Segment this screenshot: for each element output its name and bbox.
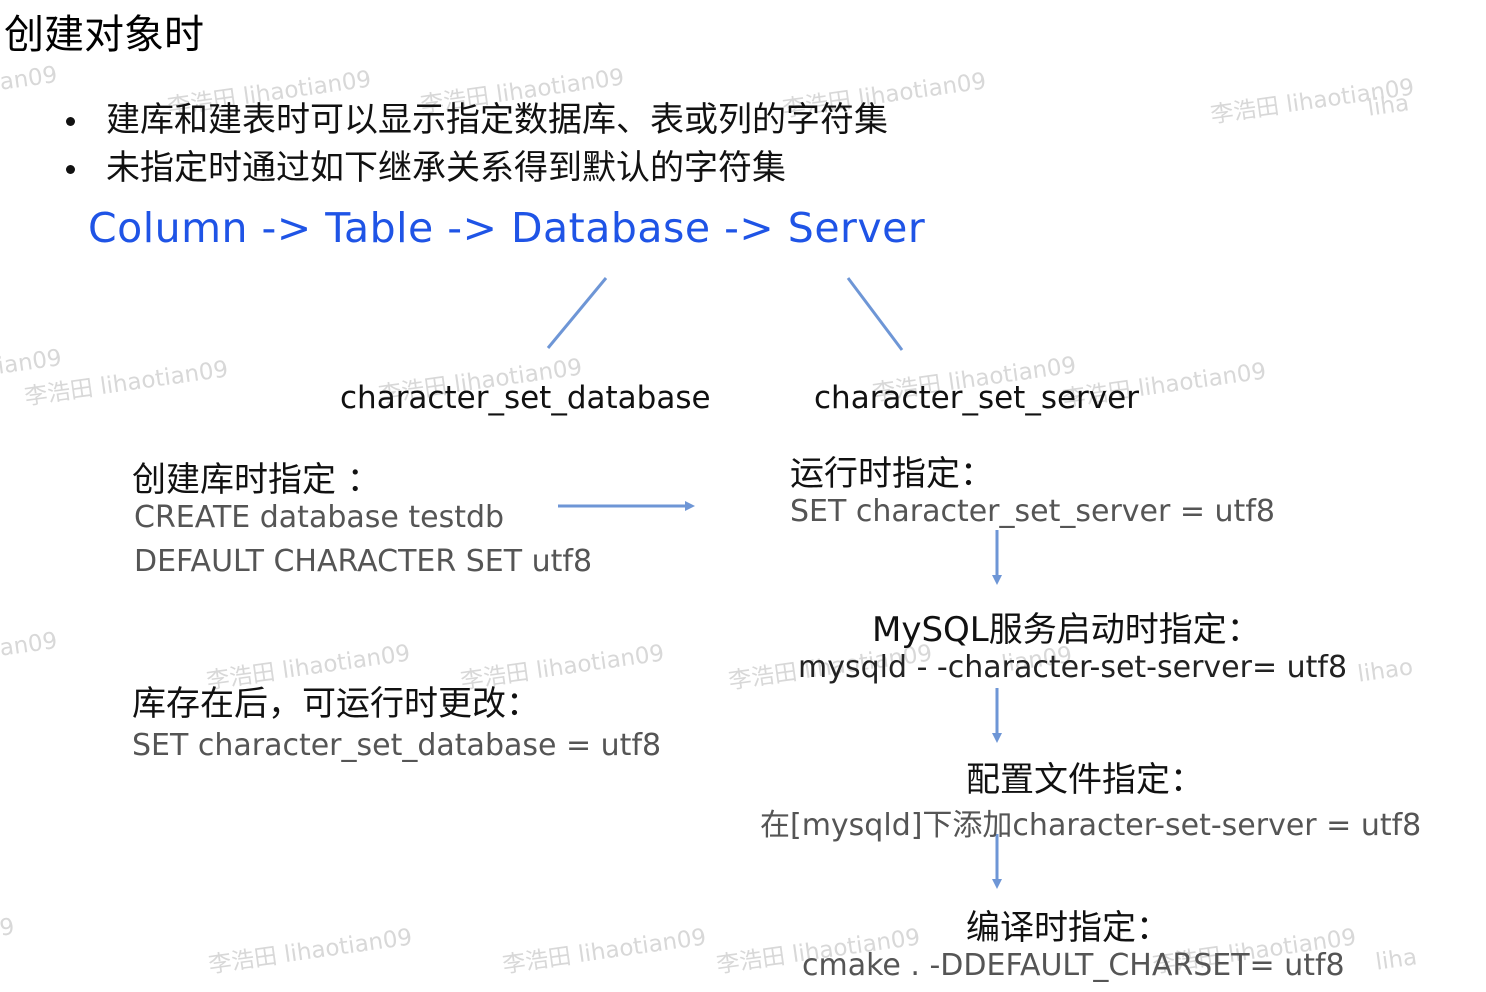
database-connector-line (546, 277, 608, 349)
page-title: 创建对象时 (4, 12, 204, 58)
alter-db-heading: 库存在后，可运行时更改： (132, 684, 540, 724)
alter-db-code: SET character_set_database = utf8 (132, 728, 662, 763)
create-db-heading: 创建库时指定 ： (132, 460, 381, 500)
bullet-list: 建库和建表时可以显示指定数据库、表或列的字符集 未指定时通过如下继承关系得到默认… (66, 96, 888, 192)
config-file-code: 在[mysqld]下添加character-set-server = utf8 (760, 808, 1422, 843)
startup-code: mysqld - -character-set-server= utf8 (798, 650, 1348, 685)
config-file-heading: 配置文件指定： (966, 760, 1204, 800)
runtime-code: SET character_set_server = utf8 (790, 494, 1275, 529)
inheritance-chain: Column -> Table -> Database -> Server (88, 204, 926, 252)
character-set-server-label: character_set_server (814, 380, 1139, 416)
compile-heading: 编译时指定： (966, 908, 1170, 948)
server-connector-line (846, 277, 904, 351)
character-set-database-label: character_set_database (340, 380, 711, 416)
create-db-code-line-1: CREATE database testdb (134, 500, 505, 535)
bullet-item: 未指定时通过如下继承关系得到默认的字符集 (66, 144, 888, 192)
startup-heading: MySQL服务启动时指定： (872, 610, 1261, 650)
compile-code: cmake . -DDEFAULT_CHARSET= utf8 (802, 948, 1345, 983)
bullet-item: 建库和建表时可以显示指定数据库、表或列的字符集 (66, 96, 888, 144)
create-db-code-line-2: DEFAULT CHARACTER SET utf8 (134, 544, 593, 579)
runtime-heading: 运行时指定： (790, 454, 994, 494)
